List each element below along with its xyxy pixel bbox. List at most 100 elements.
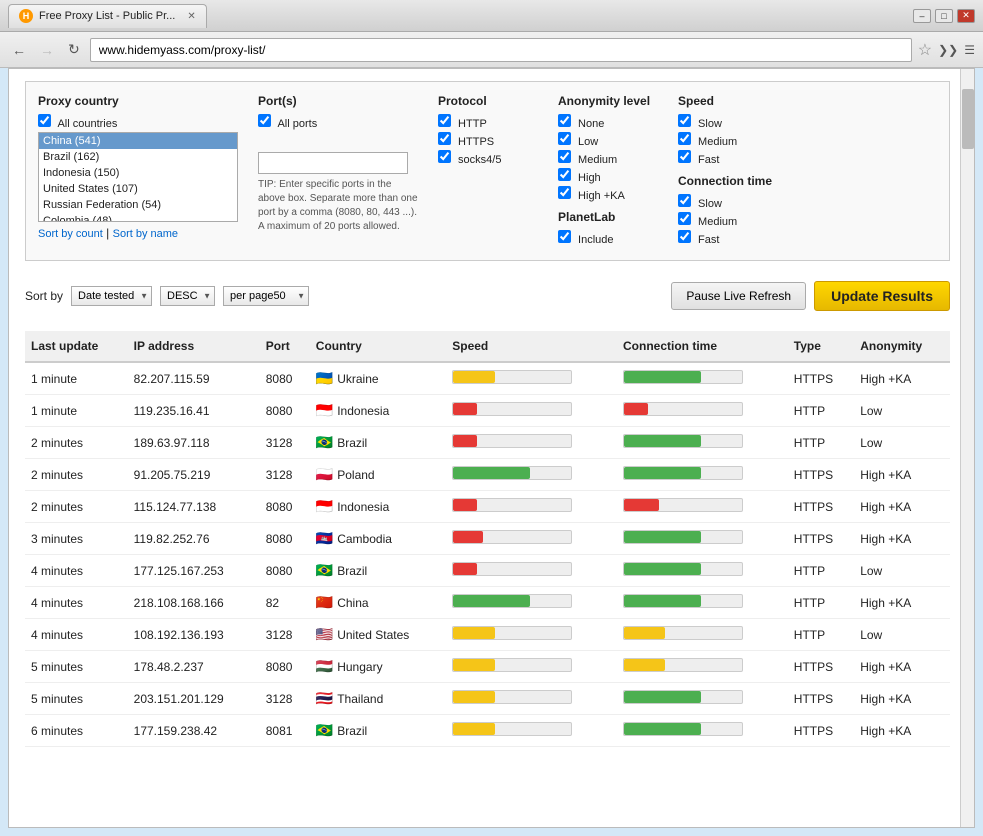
- connection-bar: [624, 723, 701, 735]
- cell-port: 8080: [260, 362, 310, 395]
- table-row[interactable]: 1 minute 82.207.115.59 8080 🇺🇦 Ukraine H…: [25, 362, 950, 395]
- speed-connection-section: Speed Slow Medium Fast Connection time S…: [678, 94, 778, 248]
- planetlab-include-checkbox[interactable]: [558, 230, 571, 243]
- anon-low-checkbox[interactable]: [558, 132, 571, 145]
- cell-ip: 178.48.2.237: [128, 651, 260, 683]
- extensions-button[interactable]: ❯❯: [938, 43, 958, 57]
- cell-anonymity: High +KA: [854, 362, 950, 395]
- address-bar[interactable]: [90, 38, 912, 62]
- scrollbar[interactable]: [960, 69, 974, 827]
- table-row[interactable]: 1 minute 119.235.16.41 8080 🇮🇩 Indonesia…: [25, 395, 950, 427]
- country-flag: 🇧🇷: [316, 562, 333, 579]
- table-row[interactable]: 4 minutes 108.192.136.193 3128 🇺🇸 United…: [25, 619, 950, 651]
- anon-high-checkbox[interactable]: [558, 168, 571, 181]
- anon-low-label[interactable]: Low: [558, 132, 658, 148]
- conn-slow-checkbox[interactable]: [678, 194, 691, 207]
- back-button[interactable]: ←: [8, 40, 30, 60]
- conn-medium-checkbox[interactable]: [678, 212, 691, 225]
- cell-country: 🇧🇷 Brazil: [310, 715, 446, 747]
- all-ports-checkbox[interactable]: [258, 114, 271, 127]
- cell-anonymity: High +KA: [854, 715, 950, 747]
- close-button[interactable]: ✕: [957, 9, 975, 23]
- anon-highka-checkbox[interactable]: [558, 186, 571, 199]
- anon-highka-label[interactable]: High +KA: [558, 186, 658, 202]
- all-ports-label[interactable]: All ports: [258, 114, 418, 130]
- tab-close-btn[interactable]: ✕: [187, 11, 195, 22]
- speed-medium-label[interactable]: Medium: [678, 132, 778, 148]
- country-flag: 🇰🇭: [316, 530, 333, 547]
- cell-anonymity: High +KA: [854, 651, 950, 683]
- connection-bar: [624, 691, 701, 703]
- connection-bar-container: [623, 370, 743, 384]
- bookmark-button[interactable]: ☆: [918, 40, 932, 60]
- per-page-select[interactable]: per page50 per page25 per page100: [223, 286, 309, 306]
- port-input[interactable]: [258, 152, 408, 174]
- cell-last-update: 5 minutes: [25, 651, 128, 683]
- anon-none-label[interactable]: None: [558, 114, 658, 130]
- speed-slow-checkbox[interactable]: [678, 114, 691, 127]
- table-row[interactable]: 5 minutes 178.48.2.237 8080 🇭🇺 Hungary H…: [25, 651, 950, 683]
- update-results-button[interactable]: Update Results: [814, 281, 950, 311]
- sort-by-wrapper[interactable]: Date tested: [71, 286, 152, 306]
- table-row[interactable]: 2 minutes 115.124.77.138 8080 🇮🇩 Indones…: [25, 491, 950, 523]
- speed-fast-checkbox[interactable]: [678, 150, 691, 163]
- table-row[interactable]: 2 minutes 91.205.75.219 3128 🇵🇱 Poland H…: [25, 459, 950, 491]
- order-select[interactable]: DESC ASC: [160, 286, 215, 306]
- country-flag: 🇹🇭: [316, 690, 333, 707]
- country-name: Cambodia: [337, 532, 392, 546]
- list-item[interactable]: Brazil (162): [39, 149, 237, 165]
- anon-none-checkbox[interactable]: [558, 114, 571, 127]
- table-row[interactable]: 4 minutes 218.108.168.166 82 🇨🇳 China HT…: [25, 587, 950, 619]
- minimize-button[interactable]: –: [913, 9, 931, 23]
- forward-button[interactable]: →: [36, 40, 58, 60]
- reload-button[interactable]: ↻: [64, 39, 84, 60]
- speed-medium-checkbox[interactable]: [678, 132, 691, 145]
- menu-button[interactable]: ☰: [964, 43, 975, 57]
- maximize-button[interactable]: □: [935, 9, 953, 23]
- per-page-wrapper[interactable]: per page50 per page25 per page100: [223, 286, 309, 306]
- title-bar: H Free Proxy List - Public Pr... ✕ – □ ✕: [0, 0, 983, 32]
- anon-medium-checkbox[interactable]: [558, 150, 571, 163]
- sort-by-count-link[interactable]: Sort by count: [38, 228, 103, 240]
- cell-port: 3128: [260, 619, 310, 651]
- socks-checkbox[interactable]: [438, 150, 451, 163]
- table-row[interactable]: 5 minutes 203.151.201.129 3128 🇹🇭 Thaila…: [25, 683, 950, 715]
- order-wrapper[interactable]: DESC ASC: [160, 286, 215, 306]
- list-item[interactable]: Indonesia (150): [39, 165, 237, 181]
- table-row[interactable]: 6 minutes 177.159.238.42 8081 🇧🇷 Brazil …: [25, 715, 950, 747]
- pause-live-refresh-button[interactable]: Pause Live Refresh: [671, 282, 806, 310]
- list-item[interactable]: China (541): [39, 133, 237, 149]
- connection-bar: [624, 595, 701, 607]
- http-label[interactable]: HTTP: [438, 114, 538, 130]
- cell-country: 🇨🇳 China: [310, 587, 446, 619]
- speed-fast-label[interactable]: Fast: [678, 150, 778, 166]
- list-item[interactable]: Colombia (48): [39, 213, 237, 222]
- all-countries-checkbox[interactable]: [38, 114, 51, 127]
- table-row[interactable]: 3 minutes 119.82.252.76 8080 🇰🇭 Cambodia…: [25, 523, 950, 555]
- conn-slow-label[interactable]: Slow: [678, 194, 778, 210]
- controls-bar: Sort by Date tested DESC ASC per page50: [25, 273, 950, 319]
- cell-type: HTTPS: [788, 523, 854, 555]
- table-row[interactable]: 2 minutes 189.63.97.118 3128 🇧🇷 Brazil H…: [25, 427, 950, 459]
- sort-by-select[interactable]: Date tested: [71, 286, 152, 306]
- https-label[interactable]: HTTPS: [438, 132, 538, 148]
- speed-slow-label[interactable]: Slow: [678, 114, 778, 130]
- https-checkbox[interactable]: [438, 132, 451, 145]
- all-countries-label[interactable]: All countries: [38, 114, 238, 130]
- country-flag: 🇺🇦: [316, 370, 333, 387]
- planetlab-include-label[interactable]: Include: [558, 230, 658, 246]
- sort-by-name-link[interactable]: Sort by name: [113, 228, 178, 240]
- scrollbar-thumb[interactable]: [962, 89, 974, 149]
- conn-medium-label[interactable]: Medium: [678, 212, 778, 228]
- list-item[interactable]: Russian Federation (54): [39, 197, 237, 213]
- http-checkbox[interactable]: [438, 114, 451, 127]
- anon-high-label[interactable]: High: [558, 168, 658, 184]
- anon-medium-label[interactable]: Medium: [558, 150, 658, 166]
- conn-fast-label[interactable]: Fast: [678, 230, 778, 246]
- browser-tab[interactable]: H Free Proxy List - Public Pr... ✕: [8, 4, 207, 28]
- country-listbox[interactable]: China (541) Brazil (162) Indonesia (150)…: [38, 132, 238, 222]
- conn-fast-checkbox[interactable]: [678, 230, 691, 243]
- table-row[interactable]: 4 minutes 177.125.167.253 8080 🇧🇷 Brazil…: [25, 555, 950, 587]
- socks-label[interactable]: socks4/5: [438, 150, 538, 166]
- list-item[interactable]: United States (107): [39, 181, 237, 197]
